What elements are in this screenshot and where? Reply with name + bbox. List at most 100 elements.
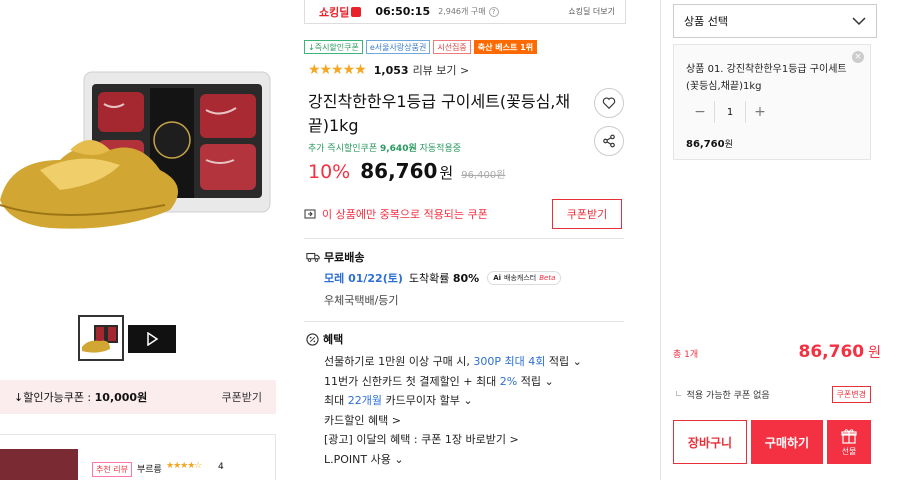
beta-tag: Beta (539, 274, 556, 282)
benefit-ad-coupon[interactable]: [광고] 이달의 혜택 : 쿠폰 1장 바로받기 > (324, 430, 582, 450)
available-coupon-text: ↓할인가능쿠폰 : (14, 391, 92, 404)
recommended-review-tag: 추천 리뷰 (92, 462, 132, 477)
arrival-probability-value: 80% (452, 272, 480, 285)
coupon-download-button[interactable]: 쿠폰받기 (222, 389, 262, 405)
divider (304, 238, 624, 239)
decrease-quantity-button[interactable]: − (686, 101, 714, 123)
extra-coupon-info: 추가 즉시할인쿠폰 9,640원 자동적용중 (308, 141, 461, 154)
shipping-method: 우체국택배/등기 (324, 294, 399, 307)
video-thumbnail[interactable] (128, 325, 176, 353)
corner-icon: ∟ (675, 389, 683, 400)
play-icon (147, 332, 159, 346)
benefit-card-suffix: 적립 ⌄ (520, 374, 554, 388)
quantity-value[interactable]: 1 (714, 101, 746, 123)
share-button[interactable] (594, 126, 624, 156)
purchase-panel: 상품 선택 × 상품 01. 강진착한한우1등급 구이세트(꽃등심,채끝)1kg… (660, 0, 900, 480)
total-summary: 총 1개 86,760 원 (673, 342, 881, 362)
option-price-value: 86,760 (686, 139, 725, 150)
total-price: 86,760 원 (799, 342, 882, 362)
gift-label: 선물 (841, 446, 857, 456)
benefit-card-text: 11번가 신한카드 첫 결제할인 + 최대 (324, 374, 497, 388)
percent-icon (306, 332, 319, 346)
delivery-date: 모레 01/22(토) (324, 272, 403, 285)
duplicate-coupon-text: 이 상품에만 중복으로 적용되는 쿠폰 (322, 208, 488, 221)
shocking-deal-bar: 쇼킹딜 06:50:15 2,946개 구매 ? 쇼킹딜 더보기 (304, 0, 626, 24)
review-score: 4 (218, 462, 224, 472)
product-page: ↓할인가능쿠폰 : 10,000원 쿠폰받기 추천 리뷰 부르릉 ★★★★☆ 4… (0, 0, 900, 480)
thumbnail-list (78, 315, 176, 361)
ai-delivery-caster[interactable]: Ai 배송캐스터 Beta (487, 271, 562, 285)
buy-now-button[interactable]: 구매하기 (751, 420, 823, 464)
available-coupon-amount: 10,000원 (94, 391, 148, 404)
seoul-voucher-badge: e서울사랑상품권 (365, 40, 431, 54)
add-to-cart-button[interactable]: 장바구니 (673, 420, 747, 464)
review-link[interactable]: 리뷰 보기 > (413, 62, 470, 78)
shocking-deal-logo-text: 쇼킹딜 (319, 5, 350, 19)
instant-coupon-badge: ↓즉시할인쿠폰 (304, 40, 363, 54)
purchase-buttons: 장바구니 구매하기 선물 (673, 420, 871, 464)
ai-caster-text: 배송캐스터 (504, 274, 537, 282)
extra-coupon-amount: 9,640원 (379, 144, 417, 154)
original-price: 96,400원 (461, 170, 506, 181)
benefit-lpoint[interactable]: L.POINT 사용 ⌄ (324, 450, 582, 470)
option-select[interactable]: 상품 선택 (673, 4, 877, 38)
benefit-gift-points-value: 300P 최대 4회 (473, 355, 546, 368)
shocking-deal-more-link[interactable]: 쇼킹딜 더보기 (568, 6, 615, 17)
wishlist-button[interactable] (594, 88, 624, 118)
truck-icon (306, 252, 320, 262)
change-coupon-button[interactable]: 쿠폰변경 (831, 386, 871, 403)
benefits-label: 혜택 (323, 333, 344, 346)
shocking-deal-logo[interactable]: 쇼킹딜 (319, 4, 362, 20)
option-price-unit: 원 (724, 140, 733, 150)
selected-option-box: × 상품 01. 강진착한한우1등급 구이세트(꽃등심,채끝)1kg − 1 +… (673, 44, 871, 160)
best-rank-badge: 축산 베스트 1위 (473, 40, 538, 54)
price-unit: 원 (439, 164, 454, 182)
get-coupon-button[interactable]: 쿠폰받기 (552, 199, 622, 229)
lightning-icon (351, 6, 362, 17)
ai-label: Ai (493, 274, 502, 282)
benefit-installment-prefix: 최대 (324, 394, 345, 407)
thumbnail-image[interactable] (78, 315, 124, 361)
selected-option-name: 상품 01. 강진착한한우1등급 구이세트(꽃등심,채끝)1kg (686, 64, 847, 92)
discount-percent: 10% (308, 161, 351, 183)
badge-list: ↓즉시할인쿠폰 e서울사랑상품권 시선집중 축산 베스트 1위 (304, 40, 538, 54)
help-icon[interactable]: ? (488, 6, 499, 17)
benefit-gift-suffix: 적립 ⌄ (548, 355, 582, 368)
review-image (0, 449, 78, 480)
review-card[interactable]: 추천 리뷰 부르릉 ★★★★☆ 4 (0, 434, 276, 480)
product-info-column: 쇼킹딜 06:50:15 2,946개 구매 ? 쇼킹딜 더보기 ↓즉시할인쿠폰… (300, 0, 640, 480)
increase-quantity-button[interactable]: + (746, 101, 774, 123)
free-shipping-label: 무료배송 (324, 251, 365, 264)
total-count: 총 1개 (673, 350, 699, 360)
benefit-installment[interactable]: 최대 22개월 카드무이자 할부 ⌄ (324, 391, 582, 411)
product-image (0, 0, 290, 300)
delivery-estimate: 모레 01/22(토) 도착확률 80% Ai 배송캐스터 Beta (324, 270, 562, 286)
no-coupon-text: 적용 가능한 쿠폰 없음 (686, 391, 770, 401)
applied-coupon-row: ∟ 적용 가능한 쿠폰 없음 쿠폰변경 (675, 386, 871, 403)
benefit-gift-text: 선물하기로 1만원 이상 구매 시, (324, 355, 470, 368)
attention-badge: 시선집중 (433, 40, 471, 54)
image-column: ↓할인가능쿠폰 : 10,000원 쿠폰받기 추천 리뷰 부르릉 ★★★★☆ 4 (0, 0, 300, 480)
extra-coupon-prefix: 추가 즉시할인쿠폰 (308, 144, 378, 154)
benefit-installment-months: 22개월 (347, 394, 382, 407)
deal-timer: 06:50:15 (375, 5, 431, 18)
benefit-installment-text: 카드무이자 할부 ⌄ (385, 394, 473, 407)
gift-button[interactable]: 선물 (827, 420, 871, 464)
benefits-list: 선물하기로 1만원 이상 구매 시, 300P 최대 4회 적립 ⌄ 11번가 … (324, 352, 582, 469)
coupon-icon (304, 209, 316, 219)
extra-coupon-suffix: 자동적용중 (419, 144, 462, 154)
chevron-down-icon (852, 17, 866, 26)
heart-icon (602, 97, 616, 110)
share-icon (603, 134, 615, 148)
arrival-probability: 도착확률 80% (409, 270, 479, 286)
available-coupon-label: ↓할인가능쿠폰 : 10,000원 (14, 389, 147, 405)
option-select-label: 상품 선택 (684, 15, 728, 28)
benefit-gift-points[interactable]: 선물하기로 1만원 이상 구매 시, 300P 최대 4회 적립 ⌄ (324, 352, 582, 372)
benefit-shinhan-card[interactable]: 11번가 신한카드 첫 결제할인 + 최대 2% 적립 ⌄ (324, 372, 582, 392)
divider (304, 321, 624, 322)
benefit-card-discount[interactable]: 카드할인 혜택 > (324, 411, 582, 431)
arrival-probability-label: 도착확률 (408, 272, 450, 285)
purchase-count: 2,946개 구매 (438, 7, 486, 16)
rating-stars: ★★★★★ (308, 62, 367, 78)
benefit-card-rate: 2% (499, 374, 518, 388)
